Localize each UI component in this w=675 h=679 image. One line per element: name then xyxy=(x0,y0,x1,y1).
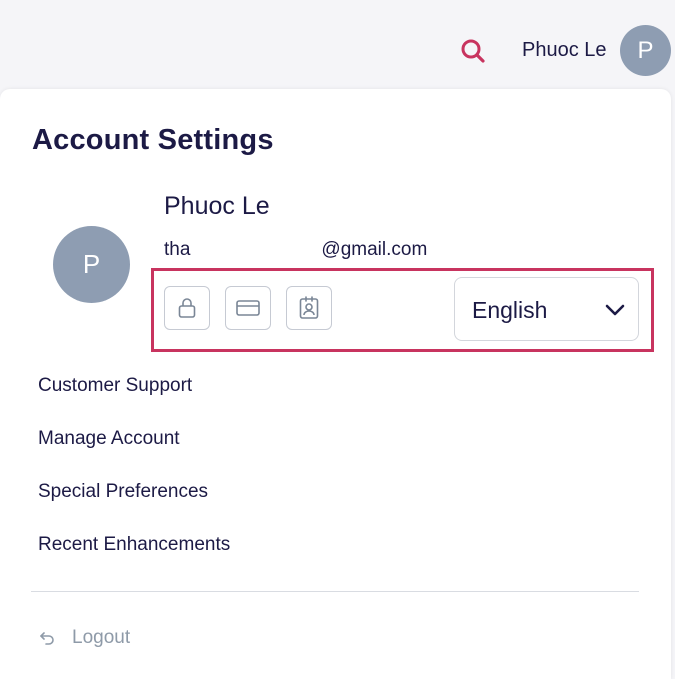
menu-item-recent-enhancements[interactable]: Recent Enhancements xyxy=(38,534,230,556)
chevron-down-icon xyxy=(605,304,625,316)
header-user-name[interactable]: Phuoc Le xyxy=(522,39,607,62)
divider xyxy=(31,591,639,592)
language-value: English xyxy=(472,297,548,323)
payment-methods-button[interactable] xyxy=(225,286,271,330)
credit-card-icon xyxy=(236,300,260,316)
change-password-button[interactable] xyxy=(164,286,210,330)
email-prefix: tha xyxy=(164,239,191,260)
search-button[interactable] xyxy=(458,36,488,66)
logout-arrow-icon xyxy=(40,632,54,645)
id-badge-icon xyxy=(299,296,319,319)
header-avatar-initial: P xyxy=(637,36,654,64)
profile-email: tha @gmail.com xyxy=(164,239,427,261)
logout-button[interactable]: Logout xyxy=(38,624,130,652)
id-card-button[interactable] xyxy=(286,286,332,330)
profile-name: Phuoc Le xyxy=(164,192,270,220)
email-suffix: @gmail.com xyxy=(321,239,428,260)
search-icon xyxy=(461,39,485,63)
menu-item-special-preferences[interactable]: Special Preferences xyxy=(38,481,208,503)
profile-avatar: P xyxy=(53,226,130,303)
language-select[interactable]: English xyxy=(454,277,639,341)
logout-label: Logout xyxy=(72,627,131,648)
page-title: Account Settings xyxy=(32,124,274,156)
menu-item-customer-support[interactable]: Customer Support xyxy=(38,375,192,397)
header-avatar[interactable]: P xyxy=(620,25,671,76)
profile-avatar-initial: P xyxy=(82,249,101,279)
lock-icon xyxy=(178,298,196,318)
menu-item-manage-account[interactable]: Manage Account xyxy=(38,428,180,450)
